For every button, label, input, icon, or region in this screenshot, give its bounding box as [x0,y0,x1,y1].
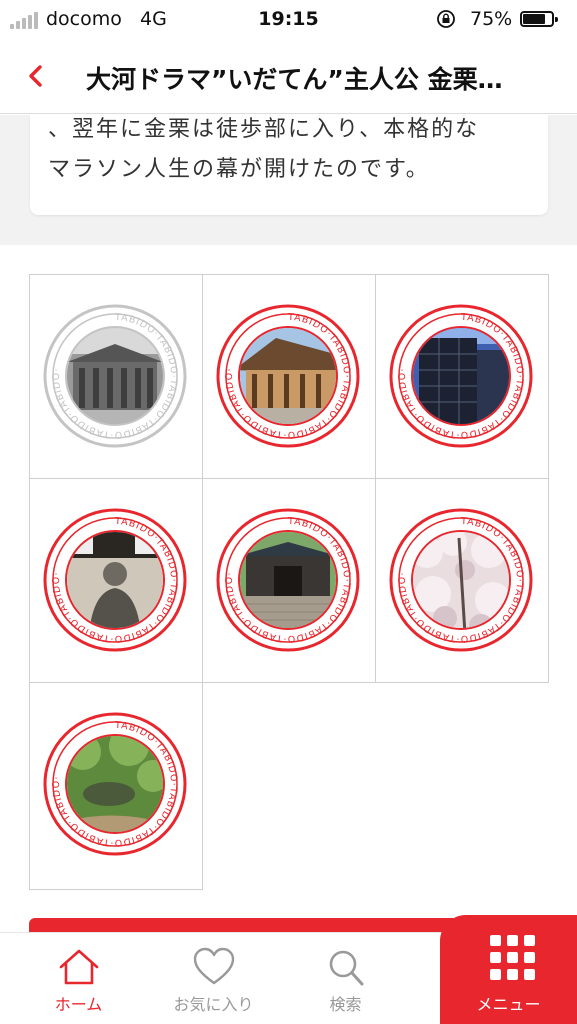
home-icon [59,949,98,985]
nav-header: 大河ドラマ”いだてん”主人公 金栗… [0,40,577,114]
stamp-badge: TABIDO·TABIDO·TABIDO·TABIDO·TABIDO·TABID… [43,712,187,856]
stamp-cell[interactable]: TABIDO·TABIDO·TABIDO·TABIDO·TABIDO·TABID… [375,478,549,683]
chevron-left-icon[interactable] [20,60,52,92]
search-icon [329,950,363,986]
description-line: マラソン人生の幕が開けたのです。 [48,157,430,182]
battery-percent: 75% [470,8,513,30]
stamp-cell[interactable]: TABIDO·TABIDO·TABIDO·TABIDO·TABIDO·TABID… [29,478,203,683]
heart-icon [193,947,234,985]
page-title: 大河ドラマ”いだてん”主人公 金栗… [86,65,503,94]
description-card: 、翌年に金栗は徒歩部に入り、本格的な マラソン人生の幕が開けたのです。 [30,115,548,215]
stamp-cell[interactable]: TABIDO·TABIDO·TABIDO·TABIDO·TABIDO·TABID… [202,478,376,683]
menu-label: メニュー [476,995,541,1014]
rotation-lock-icon [437,10,455,28]
stamp-cell[interactable]: TABIDO·TABIDO·TABIDO·TABIDO·TABIDO·TABID… [202,274,376,479]
description-line: 、翌年に金栗は徒歩部に入り、本格的な [48,117,480,142]
stamp-badge: TABIDO·TABIDO·TABIDO·TABIDO·TABIDO·TABID… [389,304,533,448]
tab-label: ホーム [54,995,103,1014]
stamp-badge: TABIDO·TABIDO·TABIDO·TABIDO·TABIDO·TABID… [389,508,533,652]
stamp-cell[interactable]: TABIDO·TABIDO·TABIDO·TABIDO·TABIDO·TABID… [375,274,549,479]
battery-icon [520,11,558,27]
tab-label: 検索 [329,995,362,1014]
content-background: 、翌年に金栗は徒歩部に入り、本格的な マラソン人生の幕が開けたのです。 [0,115,577,245]
stamp-cell[interactable]: TABIDO·TABIDO·TABIDO·TABIDO·TABIDO·TABID… [29,274,203,479]
stamp-grid: TABIDO·TABIDO·TABIDO·TABIDO·TABIDO·TABID… [29,274,549,891]
stamp-cell[interactable]: TABIDO·TABIDO·TABIDO·TABIDO·TABIDO·TABID… [29,682,203,890]
stamp-badge: TABIDO·TABIDO·TABIDO·TABIDO·TABIDO·TABID… [216,304,360,448]
stamp-badge: TABIDO·TABIDO·TABIDO·TABIDO·TABIDO·TABID… [43,304,187,448]
tab-favorites[interactable]: お気に入り [141,933,286,1024]
tab-search[interactable]: 検索 [273,933,418,1024]
stamp-badge: TABIDO·TABIDO·TABIDO·TABIDO·TABIDO·TABID… [216,508,360,652]
menu-button[interactable]: メニュー [440,915,577,1024]
tab-label: お気に入り [173,995,254,1014]
stamp-badge: TABIDO·TABIDO·TABIDO·TABIDO·TABIDO·TABID… [43,508,187,652]
grid-menu-icon [490,935,535,980]
tab-home[interactable]: ホーム [6,933,151,1024]
status-bar: docomo 4G 19:15 75% [0,0,577,40]
